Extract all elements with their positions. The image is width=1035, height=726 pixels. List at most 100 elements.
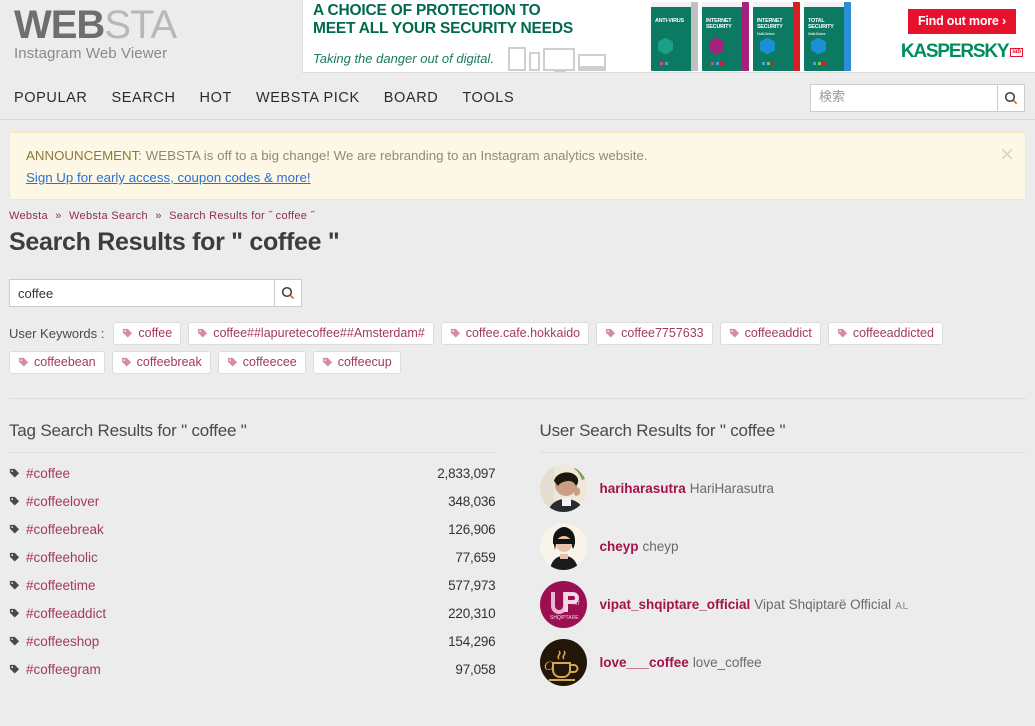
avatar-image: C [539,638,587,686]
tag-icon [9,608,20,618]
box-hex-icon [658,37,673,55]
kaspersky-lab-mark: lab [1010,47,1023,57]
user-username[interactable]: love___coffee [600,655,689,670]
nav-item-board[interactable]: BOARD [384,90,439,106]
keyword-chip[interactable]: coffee##lapuretecoffee##Amsterdam# [188,322,434,345]
keyword-chip[interactable]: coffeebreak [111,351,211,374]
user-fullname: love_coffee [692,654,762,670]
announcement-banner: ANNOUNCEMENT: WEBSTA is off to a big cha… [9,132,1026,200]
tag-icon [450,328,460,338]
header-search-button[interactable] [997,83,1025,112]
avatar[interactable]: C [539,638,587,686]
keyword-chip[interactable]: coffeecee [217,351,306,374]
keyword-chip[interactable]: coffee.cafe.hokkaido [440,322,590,345]
announcement-label: ANNOUNCEMENT [26,148,139,163]
tag-result-row[interactable]: #coffeeaddict 220,310 [9,599,496,627]
keyword-label: coffeecee [242,355,297,369]
keyword-chip[interactable]: coffeecup [312,351,401,374]
tag-name[interactable]: #coffeeshop [26,634,99,649]
header-search-input[interactable] [810,83,997,112]
tag-name[interactable]: #coffee [26,466,70,481]
tag-result-row[interactable]: #coffeeholic 77,659 [9,543,496,571]
user-username[interactable]: hariharasutra [600,481,686,496]
tag-result-row[interactable]: #coffee 2,833,097 [9,459,496,487]
user-names: vipat_shqiptare_official Vipat Shqiptarë … [600,597,909,612]
breadcrumb-item-home[interactable]: Websta [9,210,48,222]
announcement-signup-link[interactable]: Sign Up for early access, coupon codes &… [26,170,311,185]
breadcrumb-item-search[interactable]: Websta Search [69,210,148,222]
ad-cta-area: Find out more › KASPERSKY lab [901,9,1035,63]
nav-item-hot[interactable]: HOT [200,90,232,106]
nav-item-webstapick[interactable]: WEBSTA PICK [256,90,360,106]
user-result-row[interactable]: AT SHQIPTARE vipat_shqiptare_official Vip… [539,575,1027,633]
user-fullname: HariHarasutra [689,480,774,496]
user-username[interactable]: vipat_shqiptare_official [600,597,751,612]
nav-item-popular[interactable]: POPULAR [14,90,88,106]
box-subtitle: Multi-Device [757,31,775,36]
product-box: INTERNET SECURITY [702,1,749,71]
tag-result-row[interactable]: #coffeeshop 154,296 [9,627,496,655]
tag-name[interactable]: #coffeelover [26,494,99,509]
tag-results-column: Tag Search Results for " coffee " #coffe… [9,399,518,691]
user-result-row[interactable]: cheyp cheyp [539,517,1027,575]
user-result-row[interactable]: C love___coffee love_coffee [539,633,1027,691]
find-out-more-button[interactable]: Find out more › [907,9,1016,34]
kaspersky-wordmark: KASPERSKY [900,41,1010,62]
announcement-body: : WEBSTA is off to a big change! We are … [138,148,648,163]
tag-name[interactable]: #coffeetime [26,578,96,593]
tag-count: 2,833,097 [437,465,496,481]
tag-result-row[interactable]: #coffeelover 348,036 [9,487,496,515]
announcement-text: ANNOUNCEMENT: WEBSTA is off to a big cha… [26,147,991,165]
breadcrumb: Websta » Websta Search » Search Results … [9,200,1026,224]
kaspersky-ad-banner[interactable]: A CHOICE OF PROTECTION TO MEET ALL YOUR … [302,0,1035,73]
breadcrumb-separator: » [155,210,162,222]
box-hex-icon [811,37,826,55]
nav-items: POPULAR SEARCH HOT WEBSTA PICK BOARD TOO… [0,90,514,106]
tag-name[interactable]: #coffeeholic [26,550,98,565]
box-spine [742,1,749,71]
keyword-label: coffeeaddict [744,326,812,340]
results-columns: Tag Search Results for " coffee " #coffe… [0,399,1035,691]
box-spine [691,1,698,71]
ad-copy: A CHOICE OF PROTECTION TO MEET ALL YOUR … [303,2,643,72]
svg-text:SHQIPTARE: SHQIPTARE [550,615,579,621]
keyword-chip[interactable]: coffeebean [9,351,105,374]
tag-name[interactable]: #coffeegram [26,662,101,677]
search-input[interactable] [9,279,274,307]
keyword-chip[interactable]: coffee [113,322,182,345]
tag-name[interactable]: #coffeebreak [26,522,104,537]
box-hex-icon [760,37,775,55]
page-head: Websta » Websta Search » Search Results … [0,200,1035,399]
tag-count: 77,659 [455,549,496,565]
user-fullname: cheyp [642,538,679,554]
site-logo[interactable]: WEBSTA Instagram Web Viewer [0,0,300,64]
logo-web: WEB [14,3,105,47]
keyword-chip[interactable]: coffee7757633 [596,322,713,345]
tag-icon [18,357,29,367]
product-box: INTERNET SECURITY Multi-Device [753,1,800,71]
nav-item-search[interactable]: SEARCH [112,90,176,106]
tag-result-row[interactable]: #coffeegram 97,058 [9,655,496,683]
keyword-chip[interactable]: coffeeaddicted [827,322,943,345]
user-username[interactable]: cheyp [600,539,639,554]
keyword-chip[interactable]: coffeeaddict [719,322,821,345]
tag-icon [9,524,20,534]
user-keywords: User Keywords : coffee coffee##lapuretec… [9,322,1026,374]
tag-result-row[interactable]: #coffeebreak 126,906 [9,515,496,543]
keyword-label: coffee7757633 [621,326,704,340]
tag-icon [322,357,332,367]
avatar[interactable] [539,522,587,570]
search-button[interactable] [274,279,302,307]
avatar[interactable]: AT SHQIPTARE [539,580,587,628]
box-platform-icons [813,61,825,65]
box-platform-icons [762,61,774,65]
user-keywords-label: User Keywords : [9,326,105,341]
breadcrumb-item-current: Search Results for ˝ coffee ˝ [169,210,315,222]
close-icon[interactable]: × [999,145,1015,164]
tag-count: 220,310 [448,605,496,621]
user-result-row[interactable]: hariharasutra HariHarasutra [539,459,1027,517]
avatar[interactable] [539,464,587,512]
nav-item-tools[interactable]: TOOLS [462,90,514,106]
tag-name[interactable]: #coffeeaddict [26,606,106,621]
tag-result-row[interactable]: #coffeetime 577,973 [9,571,496,599]
